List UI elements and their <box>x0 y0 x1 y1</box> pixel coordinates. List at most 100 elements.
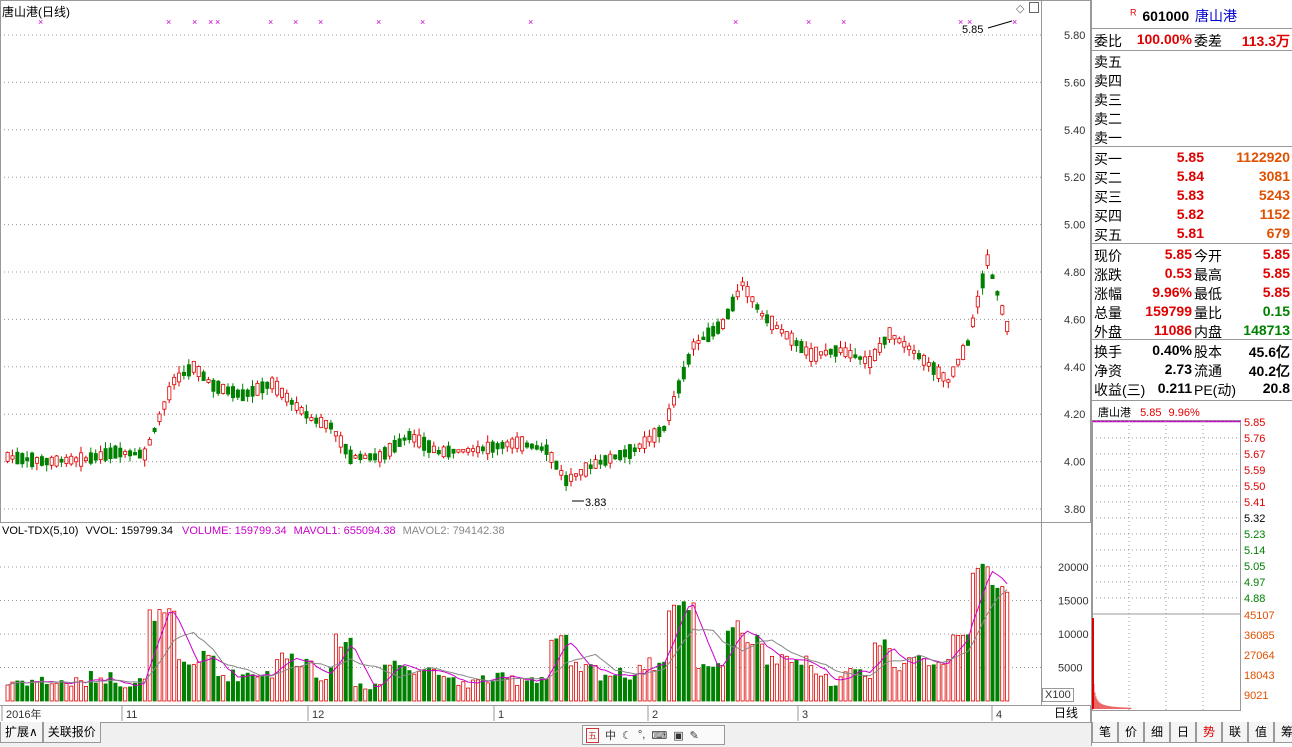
quote-tab-7[interactable]: 筹 <box>1274 722 1292 743</box>
candle-body <box>69 455 74 465</box>
quote-tab-6[interactable]: 值 <box>1248 722 1274 743</box>
volume-bar <box>544 678 549 702</box>
signal-marker: × <box>208 17 213 27</box>
mini-price-label: 5.32 <box>1244 513 1265 525</box>
candle-body <box>681 366 686 380</box>
mini-vol-label: 45107 <box>1244 610 1275 622</box>
volume-bar <box>819 675 824 702</box>
mini-vol-label: 27064 <box>1244 650 1275 662</box>
candle-body <box>196 366 201 378</box>
stat-value: 9.96% <box>1152 284 1192 300</box>
divider <box>1092 400 1292 401</box>
candle-body <box>49 456 54 466</box>
candle-body <box>387 443 392 457</box>
quote-tab-0[interactable]: 笔 <box>1092 722 1118 743</box>
volume-bar <box>574 661 579 702</box>
candle-body <box>662 425 667 431</box>
stat-label: 股本 <box>1194 344 1222 360</box>
candle-body <box>152 428 157 432</box>
volume-bar <box>804 655 809 702</box>
candle-body <box>15 451 20 465</box>
volume-bar <box>995 587 1000 702</box>
skin-icon[interactable]: ▣ <box>673 729 683 742</box>
punct-icon[interactable]: °, <box>638 729 645 741</box>
candle-body <box>534 445 539 450</box>
candle-body <box>279 387 284 398</box>
window-icon[interactable] <box>1029 2 1039 13</box>
candle-body <box>730 296 735 312</box>
candle-body <box>407 431 412 441</box>
kline-chart[interactable]: × × × × × × × × × × × × × × × × ×3.835.85 5.805.605.405.… <box>0 0 1091 722</box>
quote-tab-3[interactable]: 日 <box>1170 722 1196 743</box>
vol-axis-label: 15000 <box>1058 596 1089 608</box>
candle-body <box>632 447 637 453</box>
volume-bar <box>147 609 152 702</box>
candle-body <box>814 346 819 362</box>
volume-bar <box>838 676 843 702</box>
stat-value: 2.73 <box>1164 361 1192 377</box>
diamond-icon[interactable]: ◇ <box>1016 2 1024 15</box>
volume-bar <box>412 673 417 702</box>
volume-bar <box>461 681 466 702</box>
volume-bar <box>221 675 226 702</box>
ime-logo-icon[interactable]: 五 <box>586 727 600 743</box>
keyboard-icon[interactable]: ⌨ <box>651 729 667 742</box>
volume-bar <box>716 663 721 702</box>
vvol-value: VVOL: 159799.34 <box>85 525 173 537</box>
tab-related-quotes[interactable]: 关联报价 <box>42 722 101 743</box>
candle-body <box>686 354 691 365</box>
volume-bar <box>5 684 10 702</box>
volume-bar <box>657 662 662 702</box>
volume-bar <box>828 685 833 702</box>
candle-body <box>485 441 490 455</box>
volume-bar <box>931 664 936 702</box>
volume-bar <box>868 678 873 702</box>
tab-extend[interactable]: 扩展∧ <box>0 722 43 743</box>
volume-bar <box>980 563 985 702</box>
volume-bar <box>765 664 770 702</box>
volume-bar <box>338 646 343 702</box>
candle-body <box>422 436 427 451</box>
volume-bar <box>647 657 652 702</box>
candle-body <box>255 382 260 396</box>
signal-marker: × <box>192 17 197 27</box>
volume-bar <box>235 681 240 702</box>
stat-value: 5.85 <box>1262 284 1290 300</box>
right-bottom-tabs: 笔价细日势联值筹 <box>1092 722 1292 743</box>
quote-tab-1[interactable]: 价 <box>1118 722 1144 743</box>
volume-bar <box>201 650 206 702</box>
volume-bar <box>784 655 789 702</box>
moon-icon[interactable]: ☾ <box>622 729 632 742</box>
quote-tab-2[interactable]: 细 <box>1144 722 1170 743</box>
stat-value: 148713 <box>1243 322 1290 338</box>
candle-body <box>358 453 363 460</box>
candle-body <box>912 350 917 354</box>
volume-bar <box>392 660 397 702</box>
candle-body <box>216 380 221 394</box>
quote-tab-4[interactable]: 势 <box>1196 722 1222 743</box>
candle-body <box>172 376 177 386</box>
mini-price-label: 5.76 <box>1244 433 1265 445</box>
candle-body <box>314 417 319 424</box>
wrench-icon[interactable]: ✎ <box>690 729 699 742</box>
volume-bar <box>608 675 613 702</box>
candle-body <box>495 443 500 450</box>
candle-body <box>578 469 583 476</box>
volume-bar <box>250 674 255 702</box>
sell-label: 卖四 <box>1094 73 1122 89</box>
volume-bar <box>789 662 794 702</box>
candle-body <box>480 446 485 452</box>
quote-panel: R 601000 唐山港 委比 100.00% 委差 113.3万 唐山港 5.… <box>1091 0 1292 746</box>
sell-label: 卖一 <box>1094 130 1122 146</box>
period-button[interactable]: 日线 <box>1042 705 1091 722</box>
candle-body <box>853 354 858 358</box>
candle-body <box>750 296 755 303</box>
quote-tab-5[interactable]: 联 <box>1222 722 1248 743</box>
ime-cn-icon[interactable]: 中 <box>605 727 616 743</box>
mini-intraday-chart[interactable]: 5.85 5.76 5.67 5.59 5.50 5.41 5.32 5.23 5.14 5.05… <box>1092 418 1292 722</box>
volume-bar <box>632 674 637 702</box>
buy-volume: 5243 <box>1258 187 1290 203</box>
candle-body <box>25 457 30 462</box>
volume-bar <box>505 678 510 702</box>
stat-label: 净资 <box>1094 363 1122 379</box>
